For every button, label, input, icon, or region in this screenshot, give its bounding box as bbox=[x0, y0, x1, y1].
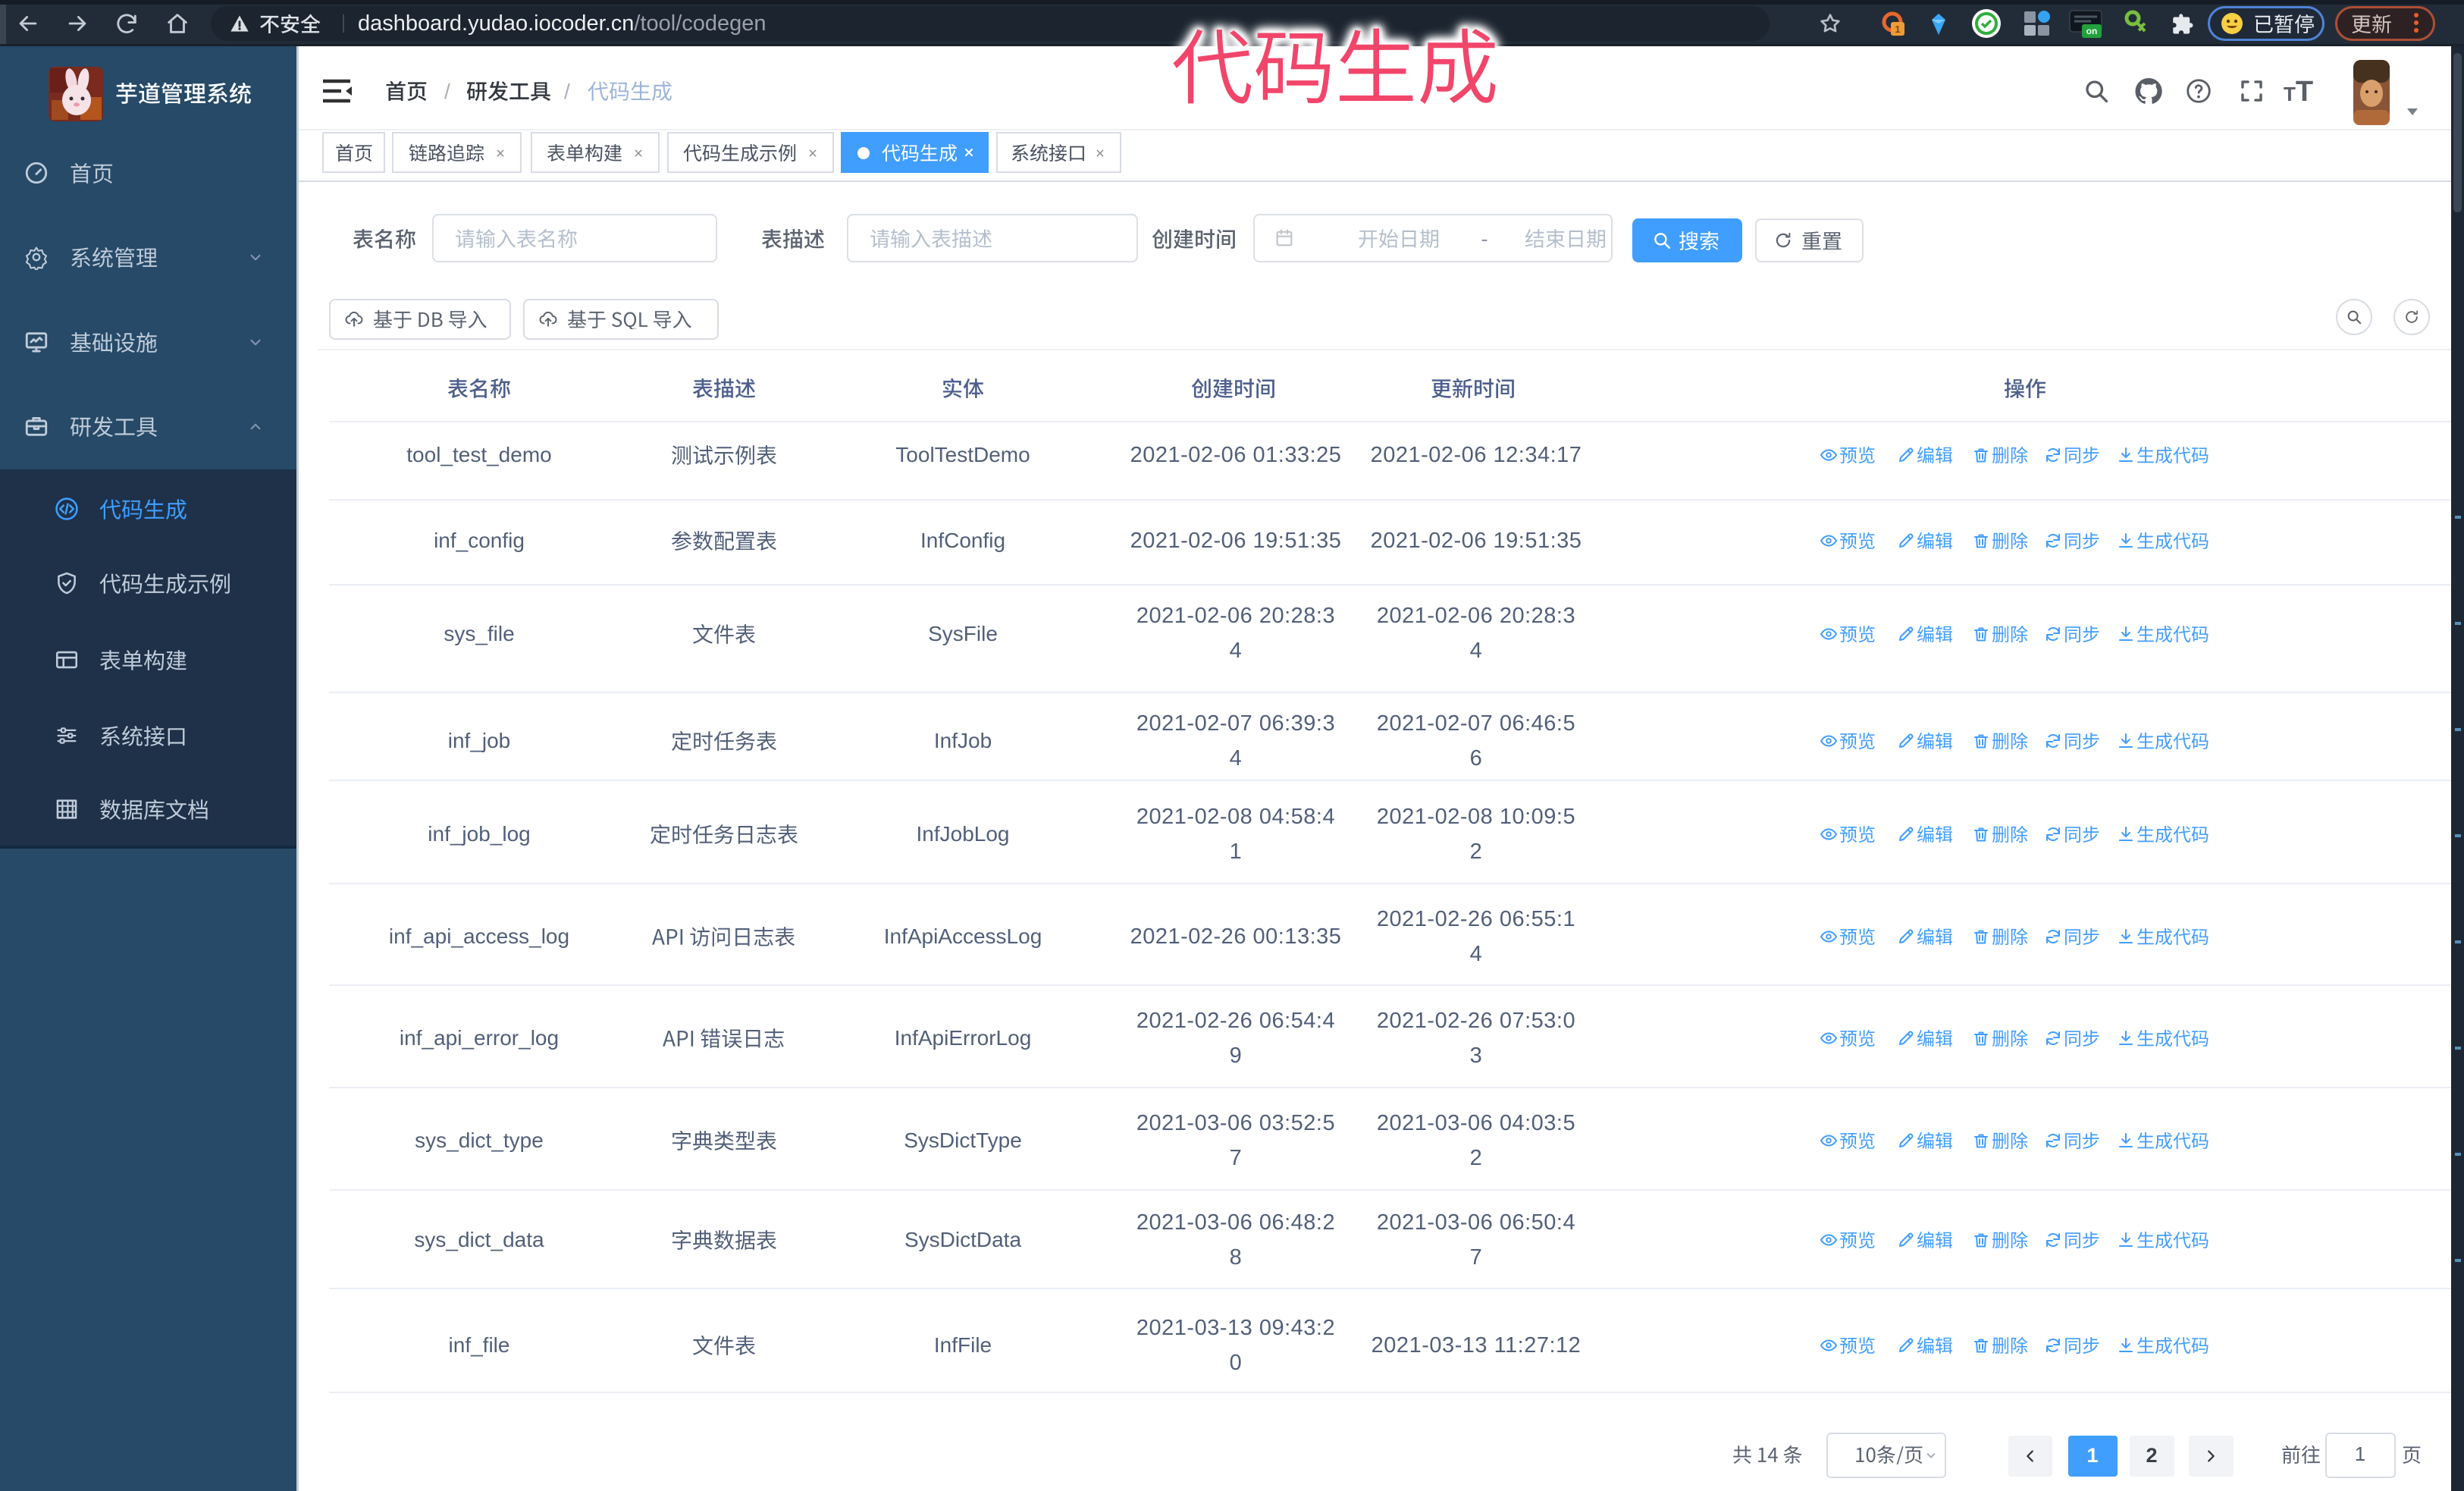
svg-text:on: on bbox=[2086, 26, 2098, 36]
svg-text:1: 1 bbox=[1895, 24, 1900, 35]
